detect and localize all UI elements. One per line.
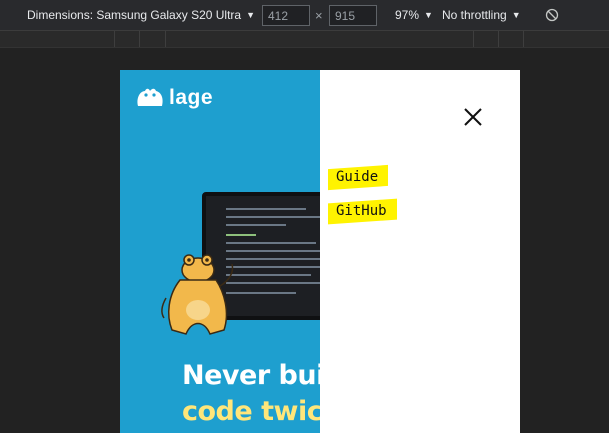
caret-down-icon: ▼ — [424, 10, 433, 20]
throttling-label: No throttling — [442, 8, 507, 22]
nav-link-guide[interactable]: Guide — [328, 164, 389, 191]
caret-down-icon: ▼ — [511, 10, 521, 20]
zoom-label: 97% — [395, 8, 420, 22]
close-icon[interactable] — [460, 104, 486, 130]
hero-heading-line2: code twice — [182, 396, 320, 427]
nav-link-github-label: GitHub — [336, 203, 387, 219]
logo-text: lage — [169, 86, 214, 109]
device-toolbar: Dimensions: Samsung Galaxy S20 Ultra ▼ ×… — [0, 0, 609, 31]
device-viewport: lage Never build — [120, 70, 520, 433]
frog-logo-icon — [137, 88, 163, 106]
nav-link-github[interactable]: GitHub — [328, 198, 397, 225]
device-label: Dimensions: Samsung Galaxy S20 Ultra — [27, 8, 242, 22]
width-input[interactable] — [262, 5, 310, 26]
height-input[interactable] — [329, 5, 377, 26]
times-icon: × — [315, 8, 323, 23]
site-logo[interactable]: lage — [135, 86, 213, 110]
caret-down-icon: ▼ — [246, 10, 256, 20]
mobile-nav-menu: Guide GitHub — [320, 70, 520, 433]
device-dropdown[interactable]: Dimensions: Samsung Galaxy S20 Ultra ▼ — [27, 8, 255, 22]
hero-heading: Never build code twice — [182, 358, 320, 430]
media-query-ruler — [0, 31, 609, 48]
hero-section: lage Never build — [120, 70, 320, 433]
rotate-icon[interactable] — [545, 8, 559, 22]
nav-link-guide-label: Guide — [336, 169, 379, 185]
zoom-dropdown[interactable]: 97% ▼ — [395, 8, 433, 22]
frog-mascot-icon — [161, 254, 234, 335]
hero-heading-line1: Never build — [182, 360, 320, 391]
throttling-dropdown[interactable]: No throttling ▼ — [442, 8, 521, 22]
